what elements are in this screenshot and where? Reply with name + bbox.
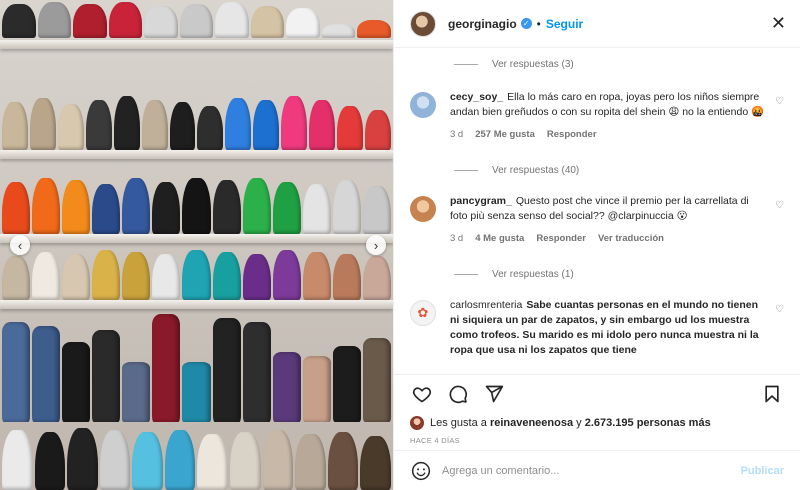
- liker-username[interactable]: reinaveneenosa: [490, 417, 573, 429]
- bookmark-icon[interactable]: [760, 382, 784, 406]
- next-photo-button[interactable]: ›: [366, 235, 386, 255]
- post-side-panel: georginagio ✓ • Seguir ✕ Ver respuestas …: [393, 0, 800, 490]
- follow-button[interactable]: Seguir: [546, 17, 583, 31]
- comment-likes[interactable]: 4 Me gusta: [475, 231, 524, 246]
- liker-avatar[interactable]: [410, 416, 424, 430]
- author-username[interactable]: georginagio: [448, 17, 517, 31]
- publish-button[interactable]: Publicar: [741, 465, 784, 477]
- post-date[interactable]: HACE 4 DÍAS: [394, 434, 800, 450]
- shoe-row-1: [0, 0, 393, 38]
- header-separator: •: [536, 16, 541, 31]
- comment-username[interactable]: carlosmrenteria: [450, 299, 522, 311]
- comment-avatar[interactable]: [410, 196, 436, 222]
- comment-time: 3 d: [450, 129, 464, 140]
- view-replies-link[interactable]: Ver respuestas (3): [454, 54, 784, 74]
- likes-count[interactable]: 2.673.195 personas más: [585, 417, 711, 429]
- translate-button[interactable]: Ver traducción: [598, 231, 664, 246]
- shoe-row-3: [0, 172, 393, 234]
- post-photo-shoe-closet[interactable]: ‹ ›: [0, 0, 393, 490]
- shoe-row-4: [0, 246, 393, 300]
- comment-username[interactable]: pancygram_: [450, 195, 512, 207]
- comment-likes[interactable]: 257 Me gusta: [475, 127, 535, 142]
- likes-summary: Les gusta a reinaveneenosa y 2.673.195 p…: [394, 412, 800, 434]
- comment-username[interactable]: cecy_soy_: [450, 91, 503, 103]
- post-header: georginagio ✓ • Seguir ✕: [394, 0, 800, 48]
- emoji-icon[interactable]: [410, 460, 432, 482]
- comment-icon[interactable]: [446, 382, 470, 406]
- comment-time: 3 d: [450, 233, 464, 244]
- shoe-row-5: [0, 312, 393, 422]
- comment-input[interactable]: [442, 464, 741, 477]
- comment-avatar[interactable]: [410, 92, 436, 118]
- view-replies-link[interactable]: Ver respuestas (40): [454, 160, 784, 180]
- prev-photo-button[interactable]: ‹: [10, 235, 30, 255]
- likes-connector: y: [576, 417, 582, 429]
- send-icon[interactable]: [482, 382, 506, 406]
- post-actions-bar: [394, 374, 800, 412]
- likes-prefix: Les gusta a: [430, 417, 487, 429]
- reply-button[interactable]: Responder: [536, 231, 586, 246]
- verified-badge-icon: ✓: [520, 18, 532, 29]
- like-comment-heart-icon[interactable]: ♡: [775, 304, 784, 315]
- heart-icon[interactable]: [410, 382, 434, 406]
- reply-button[interactable]: Responder: [547, 127, 597, 142]
- comment-item: pancygram_ Questo post che vince il premi…: [410, 194, 784, 246]
- like-comment-heart-icon[interactable]: ♡: [775, 96, 784, 107]
- close-icon[interactable]: ✕: [771, 13, 786, 34]
- comment-item: cecy_soy_ Ella lo más caro en ropa, joyas…: [410, 90, 784, 142]
- comment-item: ✿ carlosmrenteria Sabe cuantas personas e…: [410, 298, 784, 358]
- instagram-post-modal: ‹ › georginagio ✓ • Seguir ✕ Ver respues…: [0, 0, 800, 490]
- view-replies-link[interactable]: Ver respuestas (1): [454, 264, 784, 284]
- comments-list[interactable]: Ver respuestas (3) cecy_soy_ Ella lo más …: [394, 48, 800, 374]
- shoe-row-2: [0, 92, 393, 150]
- shoe-row-6: [0, 424, 393, 490]
- like-comment-heart-icon[interactable]: ♡: [775, 200, 784, 211]
- add-comment-bar: Publicar: [394, 450, 800, 490]
- comment-avatar[interactable]: ✿: [410, 300, 436, 326]
- author-avatar[interactable]: [410, 10, 436, 37]
